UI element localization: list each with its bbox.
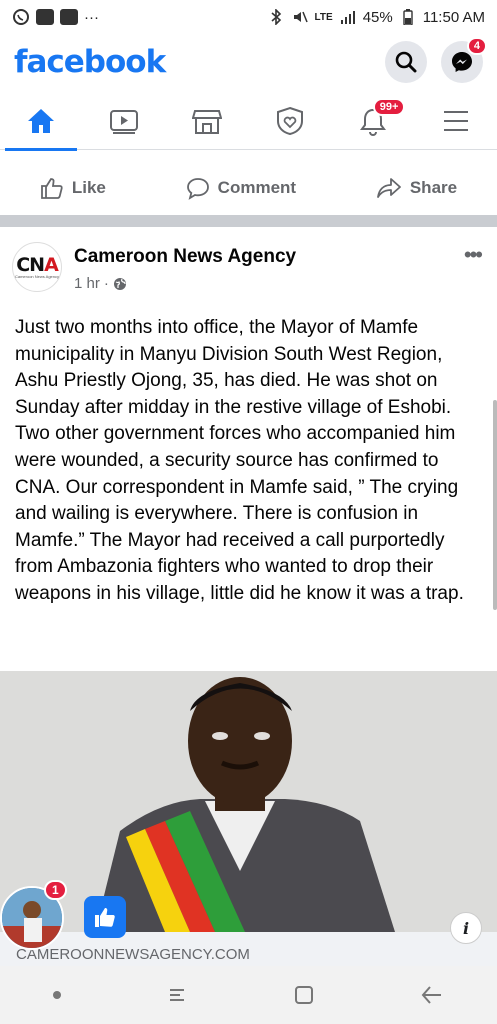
feed-divider bbox=[0, 215, 497, 227]
floating-like-button[interactable] bbox=[84, 896, 126, 938]
avatar-logo: CNA bbox=[16, 253, 59, 276]
search-button[interactable] bbox=[385, 41, 427, 83]
globe-icon bbox=[113, 277, 126, 290]
scroll-indicator bbox=[493, 400, 497, 610]
meta-separator: · bbox=[103, 275, 109, 292]
comment-label: Comment bbox=[217, 178, 297, 197]
nav-dot-icon[interactable] bbox=[52, 991, 61, 999]
status-right: LTE 45% 11:50 AM bbox=[267, 8, 485, 26]
share-icon bbox=[376, 178, 401, 198]
notifications-badge: 99+ bbox=[372, 97, 406, 116]
tab-bar: 99+ bbox=[0, 92, 497, 151]
clock: 11:50 AM bbox=[422, 8, 485, 26]
app-header: facebook 4 bbox=[0, 34, 497, 90]
shield-heart-icon bbox=[276, 106, 303, 135]
app-notification-icon bbox=[60, 9, 78, 25]
tab-groups[interactable] bbox=[260, 92, 320, 150]
chat-head-badge: 1 bbox=[44, 880, 67, 900]
network-type: LTE bbox=[314, 11, 333, 23]
comment-button[interactable]: Comment bbox=[186, 176, 296, 200]
marketplace-icon bbox=[192, 109, 223, 134]
battery-icon bbox=[399, 8, 417, 26]
status-left: ··· bbox=[12, 8, 99, 26]
avatar-logo-text: CNA bbox=[16, 253, 59, 276]
avatar-subtext: Cameroon News Agency bbox=[14, 273, 60, 279]
bluetooth-icon bbox=[267, 8, 285, 26]
post-body: Just two months into office, the Mayor o… bbox=[15, 317, 464, 604]
video-icon bbox=[110, 109, 139, 134]
portrait-illustration bbox=[0, 671, 497, 932]
info-button[interactable]: i bbox=[450, 912, 482, 944]
post-action-bar: Like Comment Share bbox=[0, 162, 497, 214]
post-time[interactable]: 1 hr bbox=[74, 275, 100, 292]
home-button-icon[interactable] bbox=[293, 984, 315, 1006]
chat-head[interactable]: 1 bbox=[0, 880, 67, 954]
header-buttons: 4 bbox=[385, 37, 487, 83]
status-bar: ··· LTE 45% 11:50 AM bbox=[0, 0, 497, 34]
system-nav-bar bbox=[0, 966, 497, 1024]
gallery-icon bbox=[36, 9, 54, 25]
tab-menu[interactable] bbox=[426, 92, 486, 150]
mute-icon bbox=[291, 8, 309, 26]
post-header: CNA Cameroon News Agency Cameroon News A… bbox=[12, 238, 487, 298]
page-name[interactable]: Cameroon News Agency bbox=[74, 246, 296, 268]
post-more-button[interactable]: ••• bbox=[464, 242, 483, 268]
link-preview-domain[interactable]: CAMEROONNEWSAGENCY.COM bbox=[0, 932, 497, 966]
share-button[interactable]: Share bbox=[376, 176, 457, 200]
thumbs-up-icon bbox=[95, 908, 115, 927]
tab-home[interactable] bbox=[5, 92, 78, 151]
like-label: Like bbox=[71, 178, 106, 197]
hamburger-icon bbox=[443, 110, 468, 131]
share-label: Share bbox=[409, 178, 458, 197]
tab-watch[interactable] bbox=[94, 92, 154, 150]
battery-percent: 45% bbox=[362, 8, 393, 26]
messenger-button[interactable]: 4 bbox=[441, 37, 487, 83]
comment-icon bbox=[186, 178, 209, 200]
signal-icon bbox=[339, 8, 357, 26]
messenger-badge: 4 bbox=[466, 37, 487, 55]
back-icon[interactable] bbox=[420, 984, 444, 1006]
recent-apps-icon[interactable] bbox=[166, 984, 188, 1006]
tab-notifications[interactable]: 99+ bbox=[343, 92, 406, 150]
facebook-logo: facebook bbox=[14, 44, 166, 80]
home-icon bbox=[28, 108, 55, 133]
thumbs-up-icon bbox=[40, 178, 63, 199]
tab-marketplace[interactable] bbox=[177, 92, 237, 150]
search-icon bbox=[395, 51, 417, 73]
more-notifications-icon: ··· bbox=[84, 8, 99, 26]
like-button[interactable]: Like bbox=[40, 176, 106, 200]
post-meta: 1 hr · bbox=[74, 275, 127, 292]
whatsapp-icon bbox=[12, 8, 30, 26]
page-avatar[interactable]: CNA Cameroon News Agency bbox=[12, 242, 62, 292]
post-image[interactable] bbox=[0, 671, 497, 932]
